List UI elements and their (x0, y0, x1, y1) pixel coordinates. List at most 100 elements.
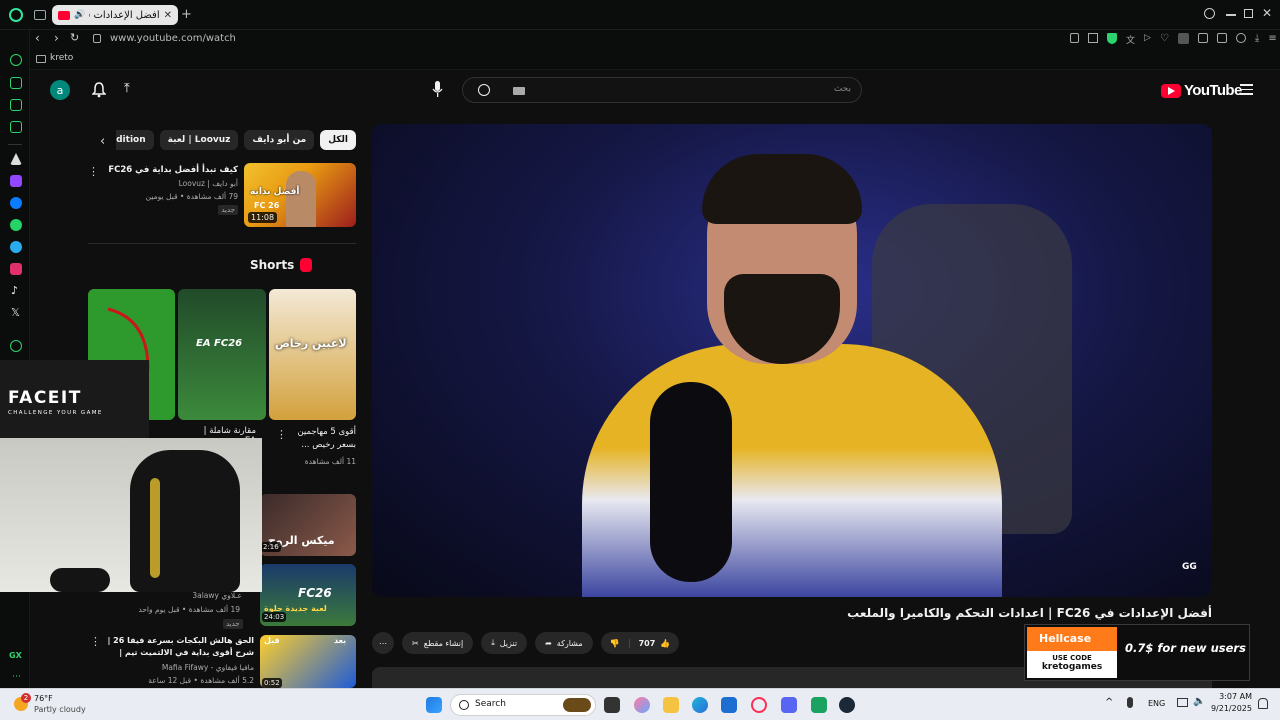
rec-thumbnail-4[interactable]: بعد قبل 0:52 (260, 635, 356, 688)
keyboard-icon[interactable] (513, 87, 525, 95)
url-field[interactable]: www.youtube.com/watch (110, 33, 236, 44)
clock-time[interactable]: 3:07 AM (1214, 692, 1252, 701)
task-view-icon[interactable] (604, 697, 620, 713)
bookmark-kreto[interactable]: kreto (50, 53, 73, 63)
snapshot-icon[interactable] (1088, 33, 1098, 43)
telegram-icon[interactable] (10, 241, 22, 253)
create-upload-icon[interactable]: ⤒ (124, 81, 130, 96)
twitch-icon[interactable] (10, 175, 22, 187)
gx-control-icon[interactable]: GX (9, 651, 22, 660)
hellcase-ad[interactable]: Hellcase USE CODE kretogames 0.7$ for ne… (1024, 624, 1250, 681)
player-icon[interactable] (10, 121, 22, 133)
tab-audio-icon[interactable]: 🔊 (74, 10, 85, 20)
extensions-icon[interactable] (1197, 33, 1208, 43)
opera-logo-icon[interactable] (9, 8, 23, 22)
rec-channel-4[interactable]: Mafia Fifawy - مافيا فيفاوي (100, 663, 254, 672)
weather-widget[interactable]: 2 76°F Partly cloudy (10, 693, 120, 717)
rec-thumbnail-2[interactable]: ميكس الروح 2:16 (260, 494, 356, 556)
menu-dots-icon[interactable]: ≡ (1268, 33, 1276, 46)
discord-icon[interactable] (781, 697, 797, 713)
store-icon[interactable] (721, 697, 737, 713)
maximize-icon[interactable] (1244, 9, 1253, 18)
short-thumbnail-1[interactable]: لاعبين رخاص (269, 289, 356, 420)
translate-icon[interactable]: 文 (1126, 33, 1135, 46)
shield-icon[interactable] (1107, 33, 1117, 44)
download-icon[interactable]: ⤓ (1255, 33, 1259, 46)
youtube-logo[interactable]: YouTube (1161, 82, 1242, 99)
download-button[interactable]: ⤓ تنزيل (481, 632, 528, 654)
crypto-wallet-icon[interactable] (10, 77, 22, 89)
clip-button[interactable]: ✂ إنشاء مقطع (402, 632, 474, 654)
volume-icon[interactable]: 🔈 (1193, 696, 1205, 707)
chip-all[interactable]: الكل (320, 130, 356, 150)
copilot-icon[interactable] (634, 697, 650, 713)
mic-tray-icon[interactable] (1127, 697, 1133, 708)
taskbar-search[interactable]: Search (450, 694, 596, 716)
play-icon[interactable]: ▷ (1144, 33, 1151, 46)
minimize-icon[interactable] (1226, 14, 1236, 16)
search-icon[interactable] (478, 84, 490, 96)
rec-thumbnail-3[interactable]: FC26 لعبة جديدة حلوة 24:03 (260, 564, 356, 626)
sidebar-more-icon[interactable]: ⋯ (12, 672, 21, 682)
more-options-icon[interactable]: ⋮ (90, 635, 101, 648)
ai-aria-icon[interactable] (10, 54, 22, 66)
messenger-icon[interactable] (10, 197, 22, 209)
heart-icon[interactable]: ♡ (1160, 33, 1169, 46)
chip-related[interactable]: Loovuz | لعبة (159, 130, 239, 150)
search-tabs-icon[interactable] (1204, 8, 1215, 19)
like-button[interactable]: 707 👍 (630, 639, 680, 648)
file-explorer-icon[interactable] (663, 697, 679, 713)
short-thumbnail-2[interactable]: EA FC26 (178, 289, 266, 420)
rec-channel[interactable]: أبو دايف | Loovuz (98, 179, 238, 188)
close-window-icon[interactable]: ✕ (1262, 6, 1272, 20)
reload-icon[interactable]: ↻ (70, 31, 79, 44)
rec-thumbnail[interactable]: أفضل بداية FC 26 11:08 (244, 163, 356, 227)
chip-from-channel[interactable]: من أبو دايف (244, 130, 315, 150)
new-tab-icon[interactable]: + (181, 7, 192, 22)
aria-icon[interactable] (10, 153, 22, 165)
display-tray-icon[interactable] (1177, 698, 1188, 707)
active-tab[interactable]: ✕ أفضل الإعدادات في FC26 🔊 (52, 5, 178, 25)
whatsapp-icon[interactable] (10, 219, 22, 231)
language-indicator[interactable]: ENG (1148, 699, 1165, 708)
notification-bell-icon[interactable] (1258, 698, 1268, 709)
tiktok-icon[interactable]: ♪ (11, 284, 18, 297)
short-more-icon[interactable]: ⋮ (276, 428, 287, 441)
steam-icon[interactable] (839, 697, 855, 713)
dislike-button[interactable]: 👎 (601, 638, 630, 648)
video-player[interactable]: GG (372, 124, 1212, 597)
instagram-icon[interactable] (10, 263, 22, 275)
back-icon[interactable]: ‹ (35, 31, 40, 45)
search-box[interactable]: بحث (462, 77, 862, 103)
gx-corner-icon[interactable] (10, 99, 22, 111)
notifications-bell-icon[interactable] (92, 82, 106, 98)
pin-icon[interactable] (1070, 33, 1079, 43)
start-icon[interactable] (426, 697, 442, 713)
more-actions-button[interactable]: ⋯ (372, 632, 394, 654)
more-apps-icon[interactable] (10, 340, 22, 352)
tab-close-icon[interactable]: ✕ (164, 10, 172, 21)
tab-overview-icon[interactable] (34, 10, 46, 20)
profile-icon[interactable] (1235, 33, 1246, 43)
share-button[interactable]: ➦ مشاركة (535, 632, 593, 654)
wallet-icon[interactable] (1216, 33, 1227, 43)
x-twitter-icon[interactable]: 𝕏 (11, 306, 20, 319)
chips-prev-icon[interactable]: ‹ (100, 134, 105, 149)
voice-search-icon[interactable] (432, 81, 443, 98)
extension-s-icon[interactable] (1177, 33, 1189, 44)
more-options-icon[interactable]: ⋮ (88, 165, 99, 178)
rec-channel-2[interactable]: 3alawy عـلاوي (132, 591, 242, 600)
tray-chevron-icon[interactable]: ^ (1105, 697, 1113, 708)
account-avatar[interactable]: a (50, 80, 70, 100)
rec-video-item[interactable]: أفضل بداية FC 26 11:08 كيف تبدأ أفضل بدا… (88, 163, 356, 227)
edge-icon[interactable] (692, 697, 708, 713)
opera-gx-icon[interactable] (751, 697, 767, 713)
app-green-icon[interactable] (811, 697, 827, 713)
guide-menu-icon[interactable] (1240, 84, 1253, 95)
short-title[interactable]: أقوى 5 مهاجمين بسعر رخيص ... (290, 426, 356, 452)
clock-date[interactable]: 9/21/2025 (1206, 704, 1252, 713)
chip-standard-edition[interactable]: FC26 Standard Edition (116, 130, 154, 150)
rec-title-4[interactable]: الحق هالش البكجات بسرعة فيفا 26 | شرح أق… (100, 635, 254, 659)
forward-icon[interactable]: › (54, 31, 59, 45)
rec-title[interactable]: كيف تبدأ أفضل بداية في FC26 (98, 165, 238, 175)
